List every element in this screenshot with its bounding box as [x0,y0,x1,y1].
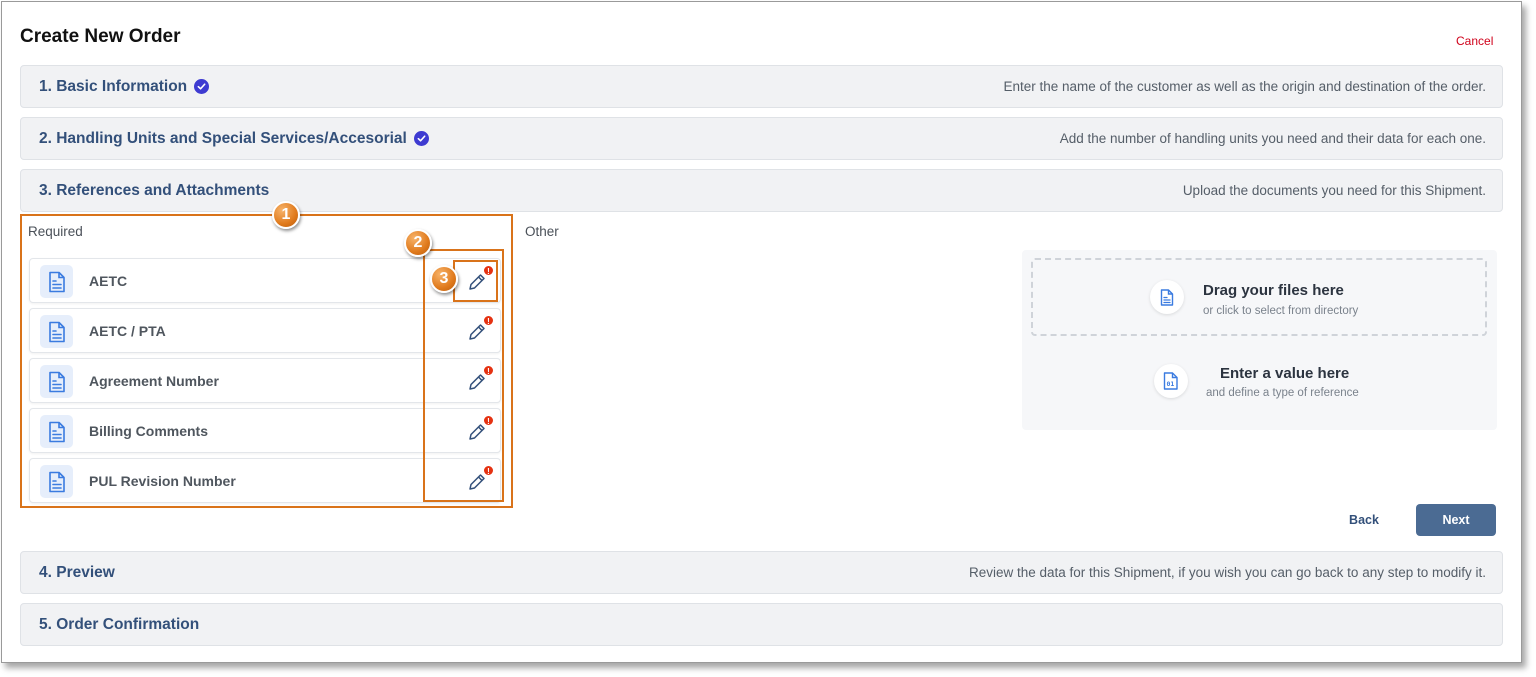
step-description: Upload the documents you need for this S… [1182,183,1486,198]
step-title: 2. Handling Units and Special Services/A… [39,130,429,148]
other-label: Other [525,224,559,239]
check-circle-icon [413,131,429,146]
callout-box-edit-button [453,260,498,302]
dropzone-title: Drag your files here [1203,282,1344,299]
step-title: 1. Basic Information [39,77,210,96]
callout-badge-1: 1 [272,201,300,229]
callout-badge-3: 3 [430,265,458,293]
step-label: 4. Preview [39,563,115,581]
enter-value-option[interactable]: 01 Enter a value here and define a type … [1031,350,1487,410]
step-description: Enter the name of the customer as well a… [1003,79,1486,94]
other-panel: Drag your files here or click to select … [1022,250,1497,430]
file-icon [1150,280,1184,314]
enter-value-title: Enter a value here [1220,365,1350,382]
step-label: 1. Basic Information [39,77,188,95]
step-description: Review the data for this Shipment, if yo… [968,565,1486,580]
step-description: Add the number of handling units you nee… [1059,131,1486,146]
step-title: 4. Preview [39,564,115,582]
dropzone-subtitle: or click to select from directory [1203,305,1359,317]
step-handling-units[interactable]: 2. Handling Units and Special Services/A… [20,117,1503,160]
step-preview[interactable]: 4. Preview Review the data for this Ship… [20,551,1503,594]
page-title: Create New Order [20,26,181,47]
cancel-link[interactable]: Cancel [1456,34,1493,48]
step-title: 5. Order Confirmation [39,616,199,634]
step-label: 2. Handling Units and Special Services/A… [39,129,407,147]
step-label: 3. References and Attachments [39,181,270,199]
callout-badge-2: 2 [404,229,432,257]
next-button[interactable]: Next [1416,504,1496,536]
order-window: Create New Order Cancel 1. Basic Informa… [1,1,1522,663]
file-dropzone[interactable]: Drag your files here or click to select … [1031,258,1487,336]
binary-file-icon: 01 [1154,364,1188,398]
step-basic-information[interactable]: 1. Basic Information Enter the name of t… [20,65,1503,108]
step-title: 3. References and Attachments [39,182,269,200]
svg-text:01: 01 [1167,380,1175,388]
step-order-confirmation[interactable]: 5. Order Confirmation [20,603,1503,646]
check-circle-icon [194,79,210,94]
step-references-attachments[interactable]: 3. References and Attachments Upload the… [20,169,1503,212]
step-label: 5. Order Confirmation [39,615,200,633]
enter-value-subtitle: and define a type of reference [1206,387,1359,399]
back-button[interactable]: Back [1336,505,1392,535]
